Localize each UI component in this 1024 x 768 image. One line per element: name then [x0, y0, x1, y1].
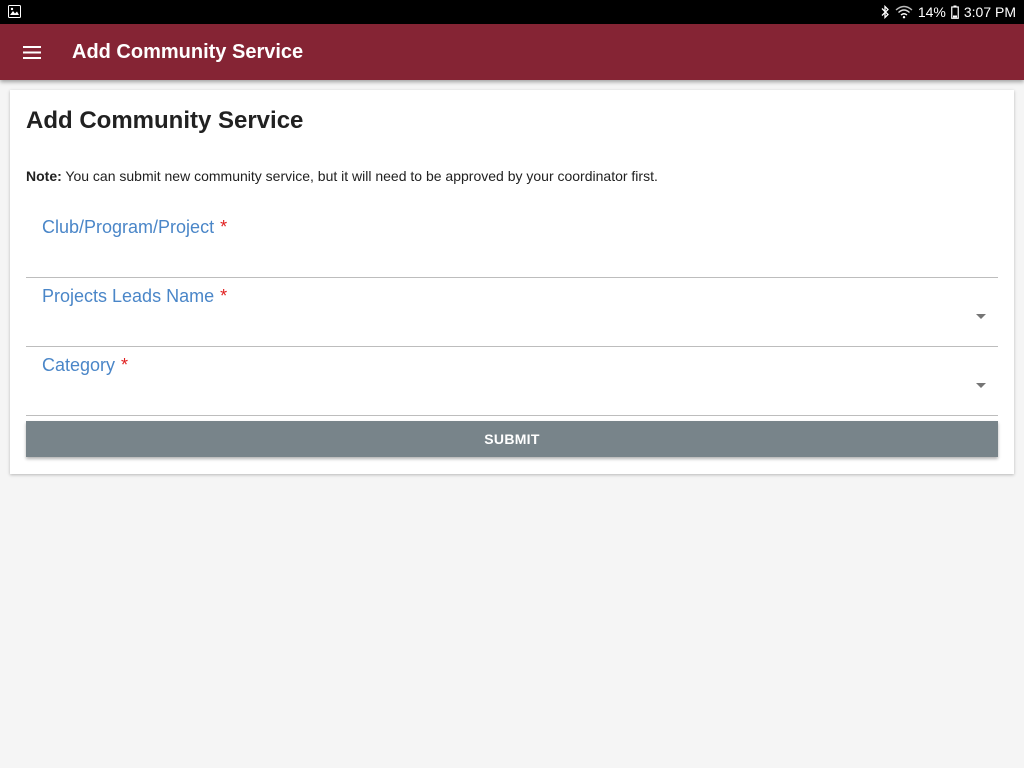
- project-lead-name-select[interactable]: Projects Leads Name *: [26, 278, 998, 347]
- form-title: Add Community Service: [26, 107, 304, 134]
- club-program-project-input[interactable]: Club/Program/Project *: [26, 209, 998, 278]
- wifi-icon: [895, 5, 913, 19]
- category-select[interactable]: Category *: [26, 347, 998, 416]
- battery-percent: 14%: [917, 4, 946, 20]
- note-label: Note:: [26, 168, 62, 184]
- required-asterisk: *: [220, 286, 228, 306]
- bluetooth-icon: [881, 5, 889, 19]
- required-asterisk: *: [121, 355, 129, 375]
- required-asterisk: *: [220, 217, 228, 237]
- status-time: 3:07 PM: [963, 4, 1016, 20]
- field-label: Projects Leads Name *: [42, 286, 228, 306]
- dropdown-arrow-icon[interactable]: [976, 314, 986, 319]
- field-label: Category *: [42, 355, 129, 375]
- battery-icon: [951, 5, 959, 19]
- menu-button[interactable]: [14, 34, 50, 70]
- dropdown-arrow-icon[interactable]: [976, 383, 986, 388]
- hamburger-menu-icon: [23, 45, 41, 59]
- form-card: Add Community Service Note: You can subm…: [10, 90, 1014, 474]
- form-note: Note: You can submit new community servi…: [26, 168, 658, 184]
- image-icon: [8, 5, 21, 18]
- field-label: Club/Program/Project *: [42, 217, 228, 237]
- submit-button[interactable]: SUBMIT: [26, 421, 998, 457]
- app-bar-title: Add Community Service: [72, 41, 304, 63]
- status-icons: 14% 3:07 PM: [880, 0, 1016, 24]
- app-bar: Add Community Service: [0, 24, 1024, 80]
- status-bar: 14% 3:07 PM: [0, 0, 1024, 24]
- note-text: You can submit new community service, bu…: [61, 168, 658, 184]
